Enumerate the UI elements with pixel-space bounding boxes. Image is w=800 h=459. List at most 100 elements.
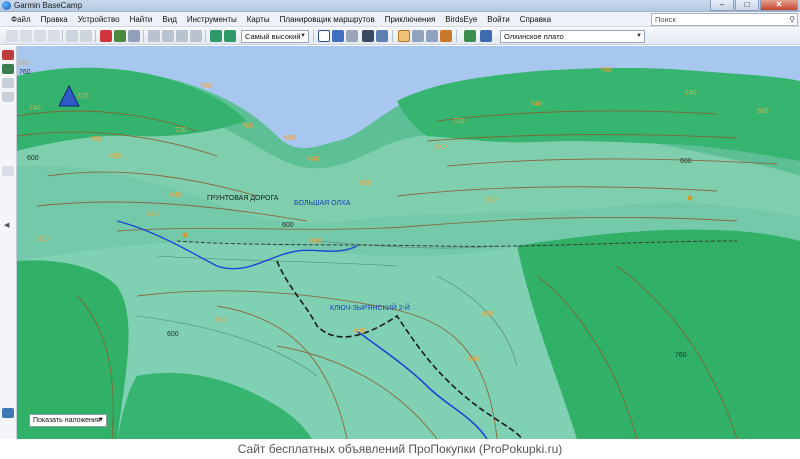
minimize-button[interactable]: – <box>710 0 734 11</box>
overlay-select[interactable]: Показать наложения ▼ <box>29 414 107 427</box>
select-icon[interactable] <box>426 30 438 42</box>
menu-device[interactable]: Устройство <box>73 12 125 27</box>
2d-view-icon[interactable] <box>318 30 330 42</box>
elev-label: 780 <box>17 60 29 67</box>
elev-label: 660 <box>310 238 322 245</box>
elev-label: 720 <box>175 127 187 134</box>
list-icon[interactable] <box>2 92 14 102</box>
toolbar-separator <box>62 30 63 42</box>
edit-icon[interactable] <box>162 30 174 42</box>
ruler-icon[interactable] <box>440 30 452 42</box>
map-3d-view[interactable]: 780 760 740 720 760 720 700 700 680 680 … <box>17 46 800 439</box>
copy-icon[interactable] <box>20 30 32 42</box>
hand-pan-icon[interactable] <box>398 30 410 42</box>
elev-label: 680 <box>110 153 122 160</box>
elev-label: 740 <box>530 101 542 108</box>
focus-icon[interactable] <box>376 30 388 42</box>
menu-tools[interactable]: Инструменты <box>182 12 242 27</box>
globe-icon[interactable] <box>346 30 358 42</box>
toolbar-separator <box>456 30 457 42</box>
window-title: Garmin BaseCamp <box>14 1 83 10</box>
title-bar: Garmin BaseCamp – □ ✕ <box>0 0 800 12</box>
menu-help[interactable]: Справка <box>515 12 556 27</box>
overlay-select-value: Показать наложения <box>33 417 101 424</box>
new-route-icon[interactable] <box>114 30 126 42</box>
detail-select[interactable]: Самый высокий ▼ <box>241 30 309 43</box>
elev-label: 760 <box>675 352 687 359</box>
waypoint-icon[interactable] <box>2 64 14 74</box>
elev-label: 640 <box>468 356 480 363</box>
river-label: КЛЮЧ-ЗЫРЯНСКИЙ 2-Й <box>330 303 410 312</box>
toolbar-separator <box>95 30 96 42</box>
magnifier-icon[interactable]: ⚲ <box>789 14 795 25</box>
elev-label: 640 <box>435 144 447 151</box>
menu-birdseye[interactable]: BirdsEye <box>440 12 482 27</box>
elev-label: 740 <box>29 105 41 112</box>
menu-maps[interactable]: Карты <box>242 12 275 27</box>
menu-find[interactable]: Найти <box>125 12 158 27</box>
close-button[interactable]: ✕ <box>760 0 798 11</box>
maximize-button[interactable]: □ <box>735 0 759 11</box>
elev-label: 740 <box>685 90 697 97</box>
elev-label: 680 <box>284 135 296 142</box>
app-icon <box>2 1 11 10</box>
toolbar-separator <box>313 30 314 42</box>
toolbar-separator <box>143 30 144 42</box>
window-controls: – □ ✕ <box>710 0 798 11</box>
elev-label: 620 <box>37 236 49 243</box>
river-label: БОЛЬШАЯ ОЛХА <box>294 200 351 207</box>
new-text-icon[interactable] <box>100 30 112 42</box>
elev-label: 600 <box>27 155 39 162</box>
new-track-icon[interactable] <box>128 30 140 42</box>
menu-adventures[interactable]: Приключения <box>380 12 441 27</box>
send-icon[interactable] <box>480 30 492 42</box>
detail-select-value: Самый высокий <box>245 32 301 41</box>
menu-view[interactable]: Вид <box>157 12 181 27</box>
menu-list: Файл Правка Устройство Найти Вид Инструм… <box>6 12 556 27</box>
terrain-render: 780 760 740 720 760 720 700 700 680 680 … <box>17 46 800 439</box>
search-input[interactable]: Поиск ⚲ <box>651 13 798 26</box>
menu-signin[interactable]: Войти <box>482 12 514 27</box>
menu-route-planner[interactable]: Планировщик маршрутов <box>275 12 380 27</box>
menu-edit[interactable]: Правка <box>36 12 73 27</box>
receive-from-device-icon[interactable] <box>224 30 236 42</box>
gear-icon[interactable] <box>2 166 14 176</box>
3d-view-icon[interactable] <box>332 30 344 42</box>
elev-label: 600 <box>282 222 294 229</box>
poi-marker <box>687 195 693 201</box>
join-icon[interactable] <box>190 30 202 42</box>
cut-icon[interactable] <box>6 30 18 42</box>
road-label: ГРУНТОВАЯ ДОРОГА <box>207 195 279 202</box>
delete-icon[interactable] <box>48 30 60 42</box>
elev-label: 600 <box>167 331 179 338</box>
elev-label: 760 <box>19 69 31 76</box>
toolbar-separator <box>205 30 206 42</box>
elev-label: 700 <box>90 136 102 143</box>
toolbar-separator <box>392 30 393 42</box>
filter-icon[interactable] <box>2 408 14 418</box>
elev-label: 660 <box>485 197 497 204</box>
measure-icon[interactable] <box>148 30 160 42</box>
toolbar: Самый высокий ▼ Олхинское плато ▼ <box>0 28 800 45</box>
elev-label: 640 <box>354 328 366 335</box>
flag-icon[interactable] <box>464 30 476 42</box>
chevron-down-icon: ▼ <box>98 417 104 423</box>
chevron-down-icon: ▼ <box>636 33 642 39</box>
elev-label: 600 <box>360 180 372 187</box>
list-icon[interactable] <box>2 78 14 88</box>
divide-icon[interactable] <box>176 30 188 42</box>
redo-icon[interactable] <box>80 30 92 42</box>
menu-file[interactable]: Файл <box>6 12 36 27</box>
elev-label: 640 <box>170 192 182 199</box>
poi-marker <box>182 232 188 238</box>
zoom-icon[interactable] <box>412 30 424 42</box>
send-to-device-icon[interactable] <box>210 30 222 42</box>
menu-bar: Файл Правка Устройство Найти Вид Инструм… <box>0 12 800 27</box>
elev-label: 720 <box>453 118 465 125</box>
grid-icon[interactable] <box>362 30 374 42</box>
map-select[interactable]: Олхинское плато ▼ <box>500 30 645 43</box>
paste-icon[interactable] <box>34 30 46 42</box>
library-icon[interactable] <box>2 50 14 60</box>
collapse-arrow-icon[interactable]: ◀ <box>4 221 9 229</box>
undo-icon[interactable] <box>66 30 78 42</box>
